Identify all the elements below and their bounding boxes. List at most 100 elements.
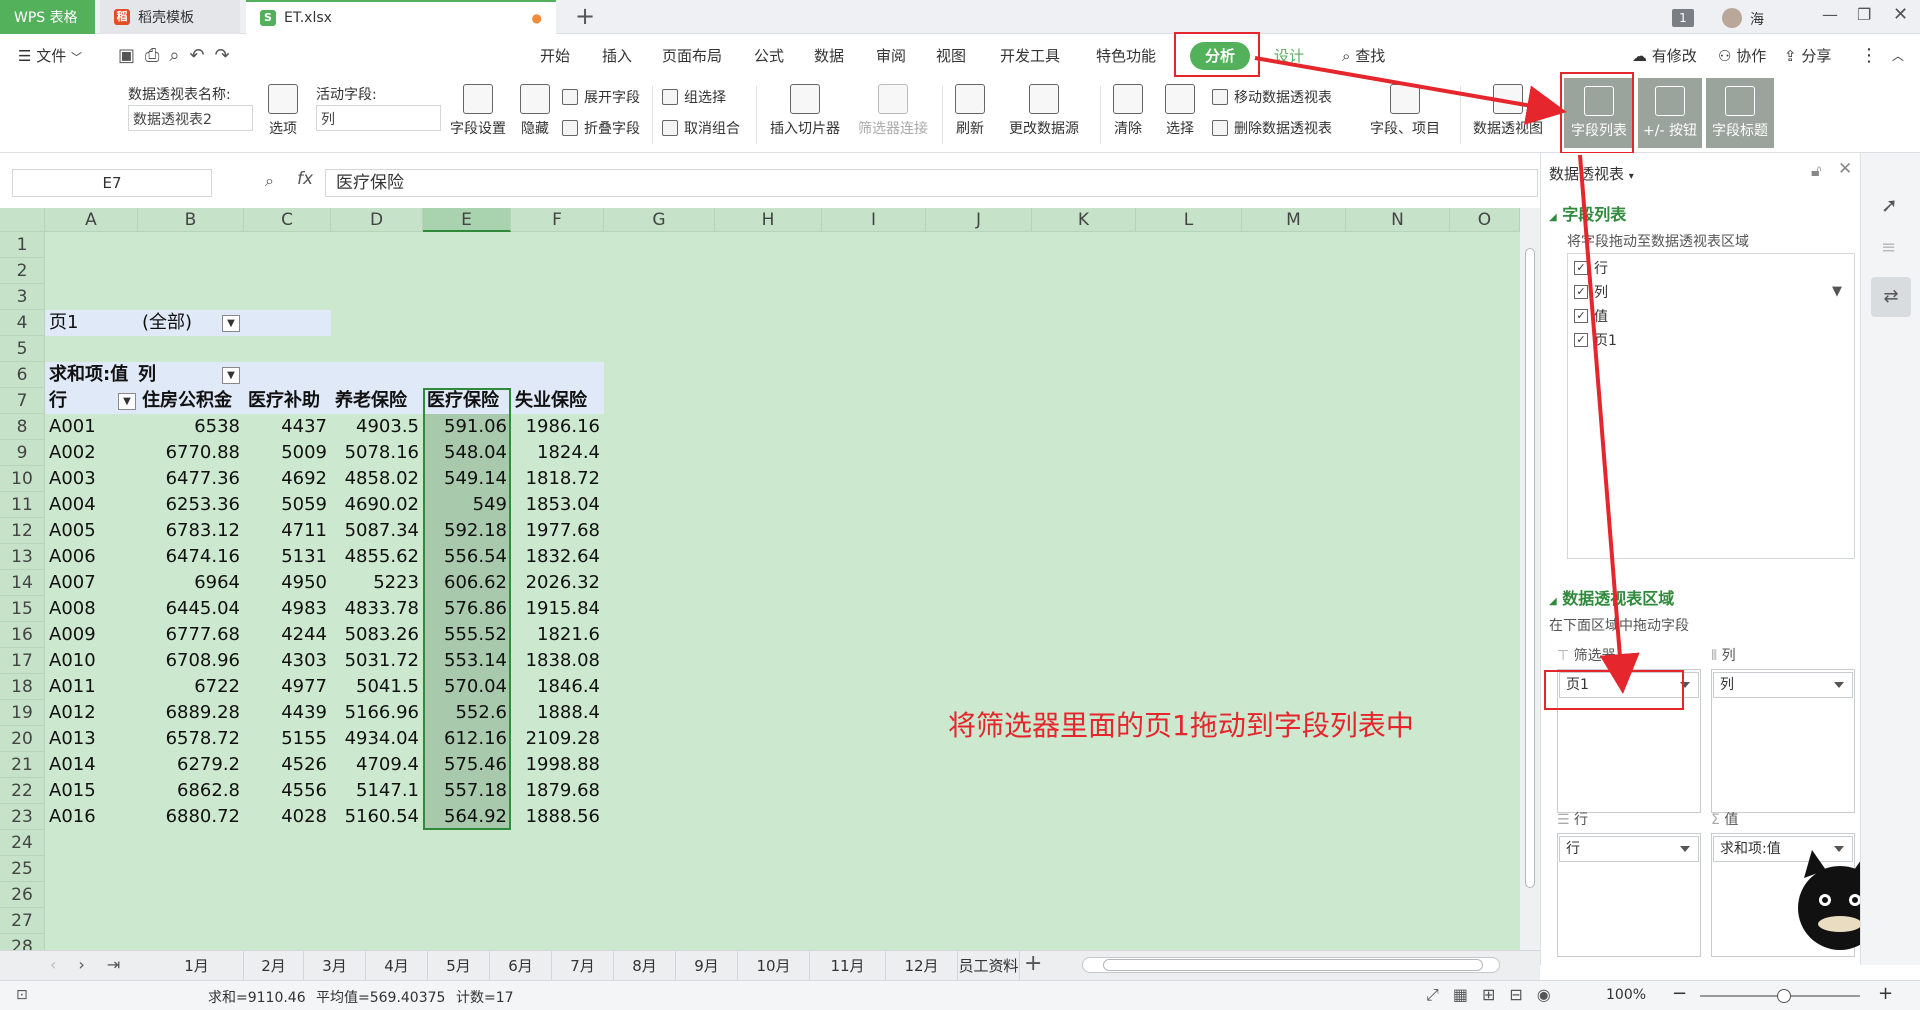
data-cell[interactable]: 6770.88 <box>138 440 244 466</box>
page-break-icon[interactable]: ⊟ <box>1509 985 1536 1004</box>
spreadsheet-grid[interactable]: ABCDEFGHIJKLMNO 1 2 3 4 5 6 7 8 9 10 11 12 13 14 15 16 1… <box>0 208 1540 960</box>
row-header-1[interactable]: 1 <box>0 232 45 258</box>
horizontal-scrollbar[interactable] <box>1082 957 1500 973</box>
row-header-16[interactable]: 16 <box>0 622 45 648</box>
row-key-cell[interactable]: A011 <box>45 674 138 700</box>
data-cell[interactable]: 4439 <box>244 700 331 726</box>
row-key-cell[interactable]: A005 <box>45 518 138 544</box>
sheet-tab[interactable]: 12月 <box>886 951 958 981</box>
menu-insert[interactable]: 插入 <box>602 34 632 78</box>
sheet-tab[interactable]: 10月 <box>738 951 810 981</box>
data-cell[interactable]: 5223 <box>331 570 423 596</box>
row-header-26[interactable]: 26 <box>0 882 45 908</box>
zoom-out-icon[interactable]: − <box>1672 983 1687 1004</box>
row-header-27[interactable]: 27 <box>0 908 45 934</box>
close-icon[interactable]: ✕ <box>1893 4 1908 25</box>
column-header-A[interactable]: A <box>45 208 138 232</box>
data-cell[interactable]: 6279.2 <box>138 752 244 778</box>
row-header-5[interactable]: 5 <box>0 336 45 362</box>
data-cell[interactable]: 1832.64 <box>511 544 604 570</box>
sheet-tab[interactable]: 1月 <box>150 951 244 981</box>
row-key-cell[interactable]: A007 <box>45 570 138 596</box>
data-cell[interactable]: 5087.34 <box>331 518 423 544</box>
row-header-9[interactable]: 9 <box>0 440 45 466</box>
data-cell[interactable]: 4977 <box>244 674 331 700</box>
next-sheet-icon[interactable]: › <box>78 955 106 974</box>
row-header-18[interactable]: 18 <box>0 674 45 700</box>
data-cell[interactable]: 2026.32 <box>511 570 604 596</box>
print-icon[interactable]: ⎙ <box>145 45 169 66</box>
select-button[interactable]: 选择 <box>1158 84 1202 138</box>
data-cell[interactable]: 4690.02 <box>331 492 423 518</box>
data-cell[interactable]: 4556 <box>244 778 331 804</box>
name-box[interactable]: E7 <box>12 169 212 197</box>
field-checkbox[interactable]: ✓ <box>1574 309 1588 323</box>
data-cell[interactable]: 2109.28 <box>511 726 604 752</box>
pivot-pane-toggle-icon[interactable]: ⇄ <box>1871 277 1911 317</box>
row-header-24[interactable]: 24 <box>0 830 45 856</box>
data-cell[interactable]: 4903.5 <box>331 414 423 440</box>
column-header-O[interactable]: O <box>1450 208 1520 232</box>
select-all-corner[interactable] <box>0 208 45 232</box>
menu-review[interactable]: 审阅 <box>876 34 906 78</box>
data-cell[interactable]: 6889.28 <box>138 700 244 726</box>
active-field-input[interactable]: 列 <box>316 105 441 131</box>
first-sheet-icon[interactable]: ‹ <box>50 955 78 974</box>
sheet-tab[interactable]: 7月 <box>552 951 614 981</box>
new-tab-button[interactable]: + <box>575 2 595 30</box>
last-sheet-icon[interactable]: ⇥ <box>107 955 142 974</box>
menu-start[interactable]: 开始 <box>540 34 570 78</box>
row-key-cell[interactable]: A003 <box>45 466 138 492</box>
data-cell[interactable]: 1838.08 <box>511 648 604 674</box>
menu-special[interactable]: 特色功能 <box>1096 34 1156 78</box>
data-cell[interactable]: 6777.68 <box>138 622 244 648</box>
move-pivot-button[interactable]: 移动数据透视表 <box>1212 87 1332 107</box>
restore-icon[interactable]: ❐ <box>1857 5 1871 24</box>
data-cell[interactable]: 1986.16 <box>511 414 604 440</box>
sheet-tab[interactable]: 8月 <box>614 951 676 981</box>
sheet-tab[interactable]: 5月 <box>428 951 490 981</box>
field-item[interactable]: ✓ 列 <box>1574 282 1608 302</box>
formula-input[interactable]: 医疗保险 <box>325 169 1538 197</box>
row-header-17[interactable]: 17 <box>0 648 45 674</box>
column-header-N[interactable]: N <box>1346 208 1450 232</box>
menu-page-layout[interactable]: 页面布局 <box>662 34 722 78</box>
row-header-15[interactable]: 15 <box>0 596 45 622</box>
data-cell[interactable]: 4855.62 <box>331 544 423 570</box>
sheet-tab[interactable]: 2月 <box>244 951 304 981</box>
sheet-tab[interactable]: 4月 <box>366 951 428 981</box>
row-key-cell[interactable]: A010 <box>45 648 138 674</box>
data-cell[interactable]: 6445.04 <box>138 596 244 622</box>
cursor-icon[interactable]: ➚ <box>1881 193 1898 217</box>
data-cell[interactable]: 4983 <box>244 596 331 622</box>
row-key-cell[interactable]: A001 <box>45 414 138 440</box>
row-header-14[interactable]: 14 <box>0 570 45 596</box>
column-header-I[interactable]: I <box>822 208 926 232</box>
pivot-column-header[interactable]: 住房公积金 <box>138 388 244 414</box>
add-sheet-icon[interactable]: + <box>1024 951 1042 976</box>
menu-formulas[interactable]: 公式 <box>754 34 784 78</box>
data-cell[interactable]: 1998.88 <box>511 752 604 778</box>
pivot-header-band[interactable] <box>244 362 604 388</box>
pivot-chart-button[interactable]: 数据透视图 <box>1466 84 1550 138</box>
tab-file-et[interactable]: S ET.xlsx ● <box>246 0 556 34</box>
tab-template[interactable]: 稻 稻壳模板 <box>100 0 240 34</box>
zoom-slider-thumb[interactable] <box>1777 989 1791 1003</box>
data-cell[interactable]: 1879.68 <box>511 778 604 804</box>
data-cell[interactable]: 6880.72 <box>138 804 244 830</box>
data-cell[interactable]: 5009 <box>244 440 331 466</box>
data-cell[interactable]: 5083.26 <box>331 622 423 648</box>
lock-icon[interactable]: 🔓︎ <box>1811 161 1821 181</box>
collapse-ribbon-icon[interactable]: ︿ <box>1892 34 1904 78</box>
macro-record-icon[interactable]: ⊡ <box>16 987 28 1003</box>
row-header-7[interactable]: 7 <box>0 388 45 414</box>
pivot-column-header[interactable]: 养老保险 <box>331 388 423 414</box>
insert-slicer-button[interactable]: 插入切片器 <box>765 84 845 138</box>
redo-icon[interactable]: ↷ <box>215 45 240 66</box>
avatar[interactable] <box>1722 8 1742 28</box>
normal-view-icon[interactable]: ▦ <box>1453 985 1482 1004</box>
column-header-J[interactable]: J <box>926 208 1032 232</box>
sheet-nav-buttons[interactable]: ‹›⇥ <box>50 955 142 974</box>
sheet-tab[interactable]: 3月 <box>304 951 366 981</box>
sheet-tab[interactable]: 6月 <box>490 951 552 981</box>
